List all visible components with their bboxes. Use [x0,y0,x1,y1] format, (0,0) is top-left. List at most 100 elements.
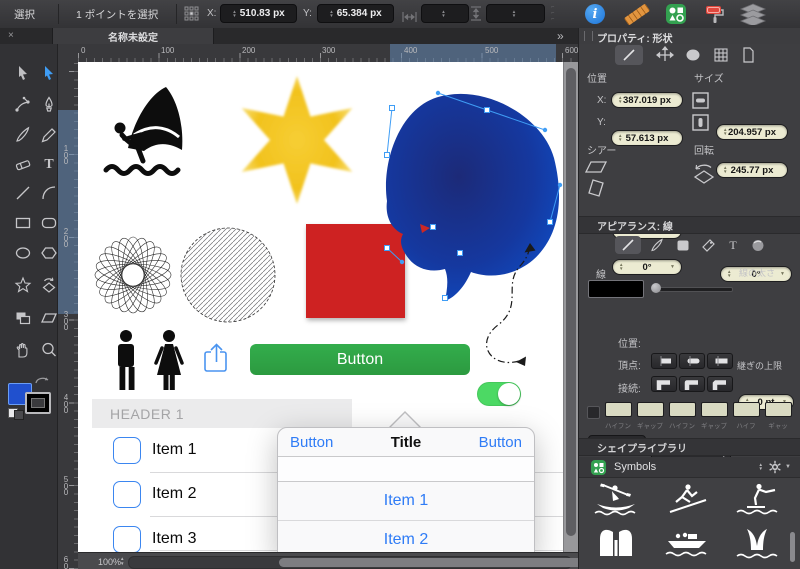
y-stepper[interactable]: ▲▼ [329,10,333,18]
combine-shapes-tool[interactable] [14,309,32,327]
windsurfer-shape[interactable] [106,87,182,174]
node-editor-tool[interactable] [14,96,32,114]
direct-select-tool-active[interactable] [40,64,58,82]
dash-field-1[interactable] [605,402,632,417]
hand-tool[interactable] [14,341,32,359]
panel-x-field[interactable]: ▲▼387.019 px [611,92,683,108]
symbol-water-skiing[interactable] [735,482,781,516]
checkbox-item-3[interactable] [113,526,141,552]
width-field-empty[interactable]: ▲▼ [421,4,469,23]
ruler-inspector-icon[interactable] [624,3,650,25]
line-tool[interactable] [14,184,32,202]
brush-tool[interactable] [14,126,32,144]
checkbox-item-1[interactable] [113,437,141,464]
appearance-tab-text[interactable]: T [721,236,745,254]
join-round-button[interactable] [679,376,705,392]
style-inspector-icon[interactable] [703,3,725,25]
library-collection-row[interactable]: Symbols ▲▼ ▼ [579,457,800,477]
panel-y-field[interactable]: ▲▼57.613 px [611,130,683,146]
collection-stepper[interactable]: ▲▼ [759,463,763,472]
rounded-rectangle-tool[interactable] [40,214,58,232]
vertical-scrollbar[interactable] [563,62,579,552]
cap-square-button[interactable] [707,353,733,369]
dash-field-4[interactable] [701,402,728,417]
zoom-stepper[interactable]: ▲▼ [120,556,124,566]
free-transform-tool[interactable] [40,276,58,294]
height-stepper[interactable]: ▲▼ [512,10,516,18]
appearance-tab-shadow[interactable] [746,236,770,254]
speech-blob-shape[interactable] [386,94,559,301]
canvas-page[interactable]: Button HEADER 1 Item 1 Item 2 Item 3 But… [78,62,563,552]
tab-grid[interactable] [707,45,735,65]
stroke-width-slider-knob[interactable] [651,283,661,293]
dash-field-5[interactable] [733,402,760,417]
panel-width-field[interactable]: ▲▼204.957 px [716,124,788,140]
arc-tool[interactable] [40,184,58,202]
default-colors-swatch-back[interactable] [14,410,24,420]
share-icon-shape[interactable] [205,345,226,372]
symbol-whale-tail[interactable] [735,526,781,562]
cap-butt-button[interactable] [651,353,677,369]
tab-shape[interactable] [679,45,707,65]
red-square-shape[interactable] [306,224,405,318]
dash-field-3[interactable] [669,402,696,417]
rectangle-tool[interactable] [14,214,32,232]
star-shape[interactable] [242,76,353,204]
popover-shape[interactable]: Button Title Button Item 1 Item 2 [277,427,535,552]
panel-drag-handle[interactable] [584,31,593,41]
info-inspector-icon[interactable]: i [585,4,605,24]
popover-item[interactable]: Item 2 [278,521,534,552]
vertical-ruler[interactable]: 100 200 300 400 500 600 [57,62,79,569]
shear-vertical-field[interactable]: ▲▼0°▼ [612,259,682,275]
anchor-grid-icon[interactable] [184,6,199,26]
eraser-tool[interactable] [14,156,32,174]
height-field-empty[interactable]: ▲▼ [486,4,545,23]
join-miter-button[interactable] [651,376,677,392]
dash-pattern-checkbox[interactable] [587,406,600,419]
cap-round-button[interactable] [679,353,705,369]
popover-left-button[interactable]: Button [290,434,333,451]
pencil-tool[interactable] [40,126,58,144]
symbol-surfing[interactable] [664,482,710,516]
horizontal-scrollbar[interactable] [128,556,572,569]
restroom-figures-shape[interactable] [118,330,182,390]
x-coordinate-field[interactable]: ▲▼ 510.83 px [220,4,297,23]
appearance-tab-fill[interactable] [671,236,695,254]
polygon-tool[interactable] [40,244,58,262]
stroke-color-well[interactable] [588,280,644,298]
symbol-motorboat[interactable] [664,526,710,562]
spirograph-shape[interactable] [93,235,172,314]
tab-stroke-geometry[interactable] [615,45,643,65]
shear-tool[interactable] [40,309,58,327]
stroke-color-swatch[interactable] [25,392,51,414]
zoom-tool[interactable] [40,341,58,359]
symbol-life-vest[interactable] [593,526,639,562]
appearance-tab-label[interactable] [696,236,720,254]
symbol-kayaking[interactable] [593,482,639,516]
panel-height-field[interactable]: ▲▼245.77 px [716,162,788,178]
y-coordinate-field[interactable]: ▲▼ 65.384 px [317,4,394,23]
appearance-tab-stroke[interactable] [615,236,641,254]
dash-field-2[interactable] [637,402,664,417]
layers-inspector-icon[interactable] [739,3,767,25]
tab-document[interactable] [734,45,762,65]
swap-colors-icon[interactable] [34,374,50,384]
tab-move[interactable] [651,45,679,65]
document-tab[interactable]: 名称未設定 [52,28,214,44]
shapes-inspector-icon[interactable] [666,4,686,24]
width-stepper[interactable]: ▲▼ [441,10,445,18]
horizontal-scrollbar-thumb[interactable] [279,558,611,567]
close-tab-icon[interactable]: × [8,30,14,41]
dash-field-6[interactable] [765,402,792,417]
green-button-shape[interactable]: Button [250,344,470,375]
horizontal-ruler[interactable]: 0 100 200 300 400 500 600 [78,44,578,63]
ellipse-tool[interactable] [14,244,32,262]
collapse-panel-icon[interactable]: » [557,29,564,43]
stroke-width-slider[interactable] [653,287,733,292]
table-header-shape[interactable]: HEADER 1 [92,399,352,428]
popover-right-button[interactable]: Button [479,434,522,451]
popover-item[interactable]: Item 1 [278,482,534,521]
library-scrollbar-thumb[interactable] [790,532,795,562]
vertical-scrollbar-thumb[interactable] [566,68,576,536]
appearance-tab-brush[interactable] [645,236,669,254]
